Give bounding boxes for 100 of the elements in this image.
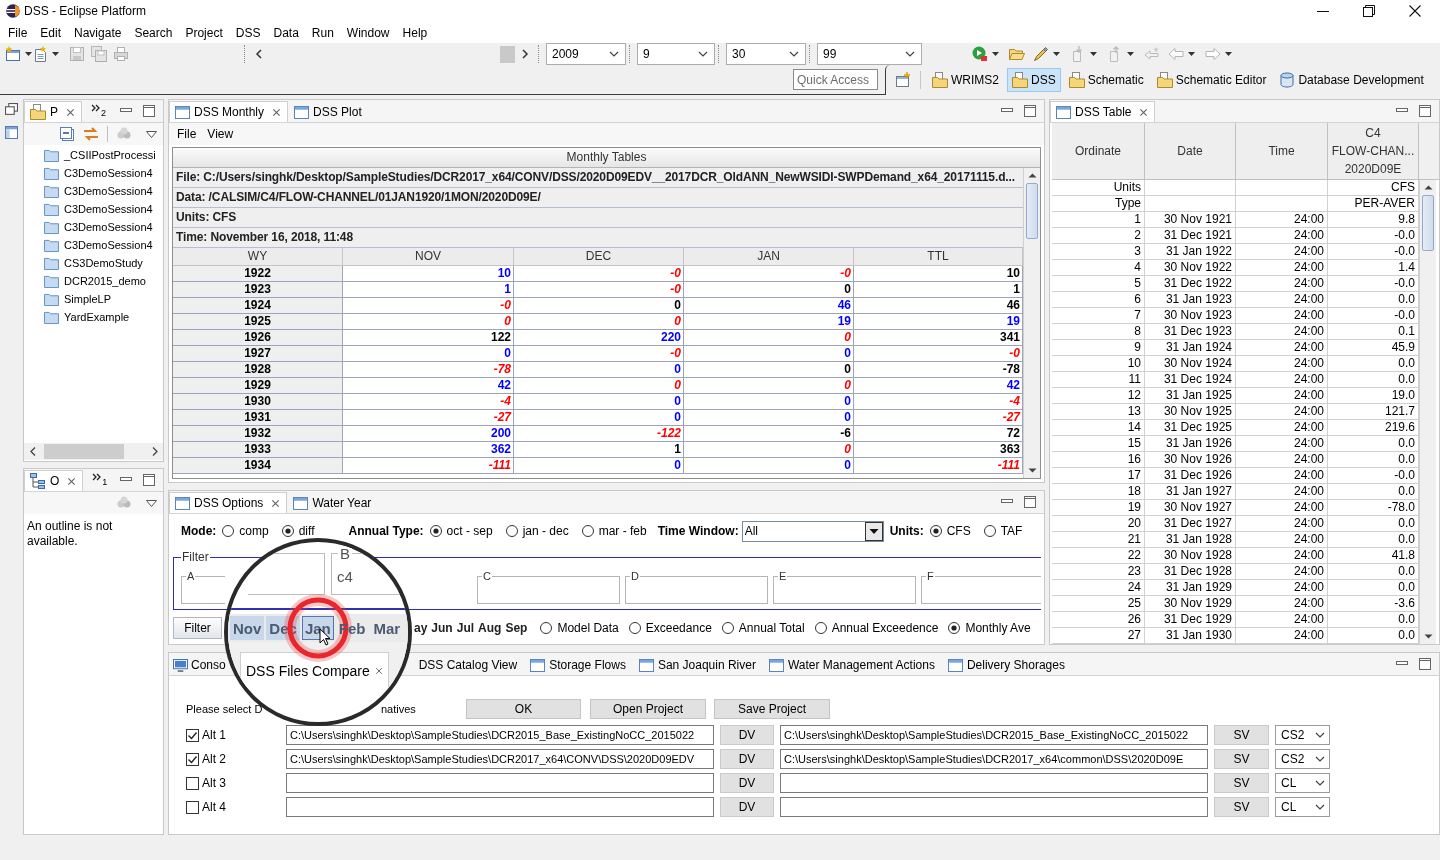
- restore-icon[interactable]: [1362, 4, 1376, 18]
- month-toggle[interactable]: Mar: [370, 616, 404, 640]
- action-button[interactable]: OK: [466, 699, 581, 719]
- quick-access-field[interactable]: Quick Access: [793, 69, 878, 90]
- radio-option[interactable]: jan - dec: [505, 524, 569, 538]
- double-chevron-icon[interactable]: [91, 104, 101, 112]
- pathname-part-field[interactable]: F: [921, 570, 1041, 604]
- vertical-scrollbar[interactable]: [1419, 180, 1436, 644]
- month-toggle[interactable]: Jul: [454, 618, 477, 638]
- tab[interactable]: DSS Options: [169, 492, 288, 513]
- view-menu-icon[interactable]: [146, 499, 157, 507]
- double-chevron-icon[interactable]: [92, 473, 103, 481]
- checkbox[interactable]: [186, 728, 199, 742]
- perspective-button[interactable]: Schematic: [1063, 68, 1149, 92]
- scroll-left-icon[interactable]: [30, 447, 36, 456]
- caret-icon[interactable]: [1090, 52, 1097, 56]
- caret-icon[interactable]: [1127, 52, 1134, 56]
- action-button[interactable]: Save Project: [714, 699, 830, 719]
- path-field[interactable]: [780, 797, 1208, 817]
- study-combo[interactable]: CL: [1275, 773, 1330, 793]
- tree-item[interactable]: C3DemoSession4: [24, 200, 163, 218]
- tab[interactable]: Delivery Shorages: [941, 654, 1072, 675]
- pathname-part-field[interactable]: [248, 553, 325, 595]
- scroll-down-icon[interactable]: [1027, 468, 1037, 473]
- run-icon[interactable]: [972, 46, 988, 62]
- maximize-icon[interactable]: [1024, 496, 1036, 508]
- radio-option[interactable]: Exceedance: [628, 621, 712, 635]
- study-combo[interactable]: CS2: [1275, 749, 1330, 769]
- back-star-icon[interactable]: [1144, 46, 1160, 62]
- path-field[interactable]: [780, 773, 1208, 793]
- radio-option[interactable]: oct - sep: [429, 524, 493, 538]
- scroll-up-icon[interactable]: [1027, 173, 1037, 178]
- perspective-button[interactable]: WRIMS2: [927, 68, 1004, 92]
- radio-option[interactable]: Annual Exceedence: [814, 621, 939, 635]
- tab[interactable]: DSS Files Compare: [240, 652, 389, 688]
- path-field[interactable]: C:\Users\singhk\Desktop\SampleStudies\DCR2017_x64\common\DSS\2020D09E: [780, 749, 1208, 769]
- caret-icon[interactable]: [1053, 52, 1060, 56]
- scroll-right-icon[interactable]: [152, 447, 158, 456]
- sv-button[interactable]: SV: [1214, 773, 1269, 793]
- scrollbar-thumb[interactable]: [1026, 183, 1038, 239]
- month-toggle[interactable]: Sep: [503, 618, 530, 638]
- tab[interactable]: DSS Plot: [288, 101, 369, 122]
- maximize-icon[interactable]: [143, 474, 155, 486]
- checkbox[interactable]: [186, 752, 199, 766]
- new-file-icon[interactable]: [32, 46, 48, 62]
- tree-item[interactable]: _CSIIPostProcessi: [24, 146, 163, 164]
- combo-box[interactable]: 9: [637, 43, 715, 65]
- radio-option[interactable]: CFS: [929, 524, 971, 538]
- path-field[interactable]: [286, 797, 714, 817]
- layout-icon[interactable]: [5, 126, 18, 139]
- maximize-icon[interactable]: [1419, 658, 1431, 670]
- menu-item[interactable]: View: [207, 127, 234, 141]
- perspective-button[interactable]: DSS: [1007, 68, 1061, 92]
- caret-icon[interactable]: [52, 52, 59, 56]
- sv-button[interactable]: SV: [1214, 797, 1269, 817]
- dv-button[interactable]: DV: [720, 797, 774, 817]
- tab[interactable]: DSS Monthly: [169, 101, 289, 122]
- tab[interactable]: Conso: [169, 654, 227, 675]
- folder-open-icon[interactable]: [1009, 46, 1025, 62]
- sv-button[interactable]: SV: [1214, 725, 1269, 745]
- caret-icon[interactable]: [25, 52, 32, 56]
- perspective-button[interactable]: Schematic Editor: [1151, 68, 1272, 92]
- menu-item[interactable]: Window: [346, 25, 390, 40]
- sv-button[interactable]: SV: [1214, 749, 1269, 769]
- tree-item[interactable]: CS3DemoStudy: [24, 254, 163, 272]
- tree-item[interactable]: C3DemoSession4: [24, 236, 163, 254]
- tab[interactable]: San Joaquin River: [632, 654, 763, 675]
- maximize-icon[interactable]: [1024, 105, 1036, 117]
- menu-item[interactable]: Help: [402, 25, 428, 40]
- dv-button[interactable]: DV: [720, 725, 774, 745]
- filter-button[interactable]: Filter: [173, 617, 222, 639]
- study-combo[interactable]: CS2: [1275, 725, 1330, 745]
- study-combo[interactable]: CL: [1275, 797, 1330, 817]
- path-field[interactable]: C:\Users\singhk\Desktop\SampleStudies\DCR2015_Base_ExistingNoCC_2015022: [286, 725, 714, 745]
- tab[interactable]: P: [24, 101, 82, 122]
- alt-checkbox-option[interactable]: Alt 1: [186, 725, 280, 745]
- path-field[interactable]: [286, 773, 714, 793]
- brush-icon[interactable]: [1033, 46, 1049, 62]
- radio-option[interactable]: Annual Total: [721, 621, 805, 635]
- month-toggle[interactable]: Jun: [429, 618, 455, 638]
- caret-icon[interactable]: [1188, 52, 1195, 56]
- radio-option[interactable]: mar - feb: [581, 524, 647, 538]
- pathname-part-field[interactable]: C: [477, 570, 620, 604]
- time-window-combo[interactable]: All: [741, 520, 884, 542]
- combo-box[interactable]: 99: [817, 43, 922, 65]
- combo-box[interactable]: 2009: [546, 43, 626, 65]
- caret-icon[interactable]: [992, 52, 999, 56]
- path-field[interactable]: C:\Users\singhk\Desktop\SampleStudies\DCR2015_Base_ExistingNoCC_2015022: [780, 725, 1208, 745]
- radio-option[interactable]: diff: [281, 524, 315, 538]
- scrollbar-thumb[interactable]: [1422, 195, 1434, 251]
- link-arrows-icon[interactable]: [83, 126, 99, 142]
- menu-item[interactable]: File: [177, 127, 197, 141]
- alt-checkbox-option[interactable]: Alt 2: [186, 749, 280, 769]
- tab[interactable]: Water Year: [287, 492, 379, 513]
- tree-item[interactable]: C3DemoSession4: [24, 218, 163, 236]
- radio-option[interactable]: Monthly Ave: [948, 621, 1031, 635]
- menu-item[interactable]: Data: [273, 25, 299, 40]
- perspective-button[interactable]: Database Development: [1274, 68, 1429, 92]
- caret-icon[interactable]: [1225, 52, 1232, 56]
- tree-item[interactable]: YardExample: [24, 308, 163, 326]
